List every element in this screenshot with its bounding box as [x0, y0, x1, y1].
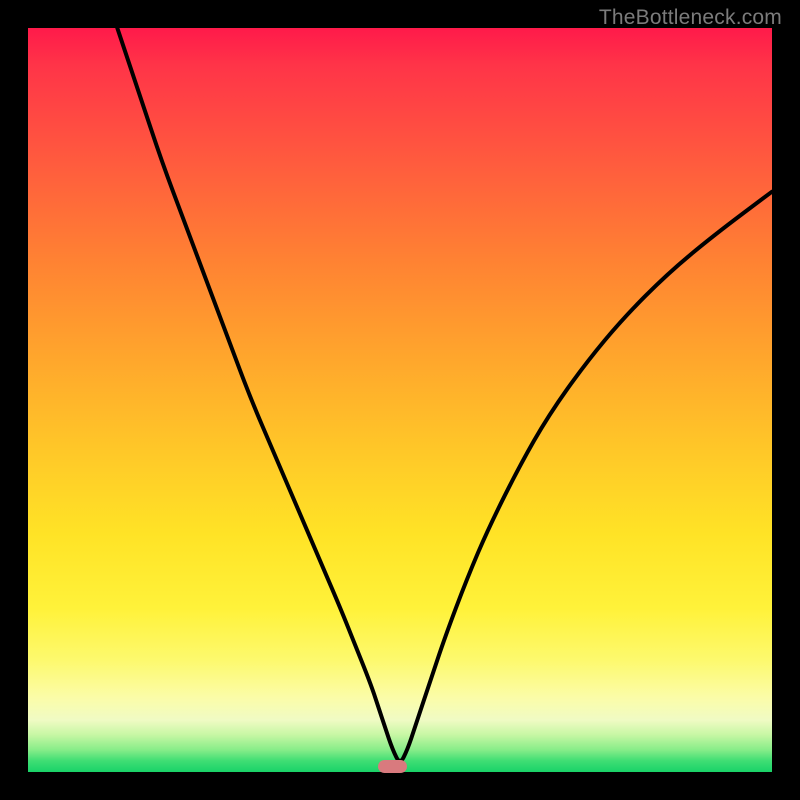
optimum-marker [378, 760, 408, 773]
bottleneck-curve [117, 28, 772, 761]
plot-area [28, 28, 772, 772]
curve-svg [28, 28, 772, 772]
chart-container: TheBottleneck.com [0, 0, 800, 800]
watermark-text: TheBottleneck.com [599, 6, 782, 30]
